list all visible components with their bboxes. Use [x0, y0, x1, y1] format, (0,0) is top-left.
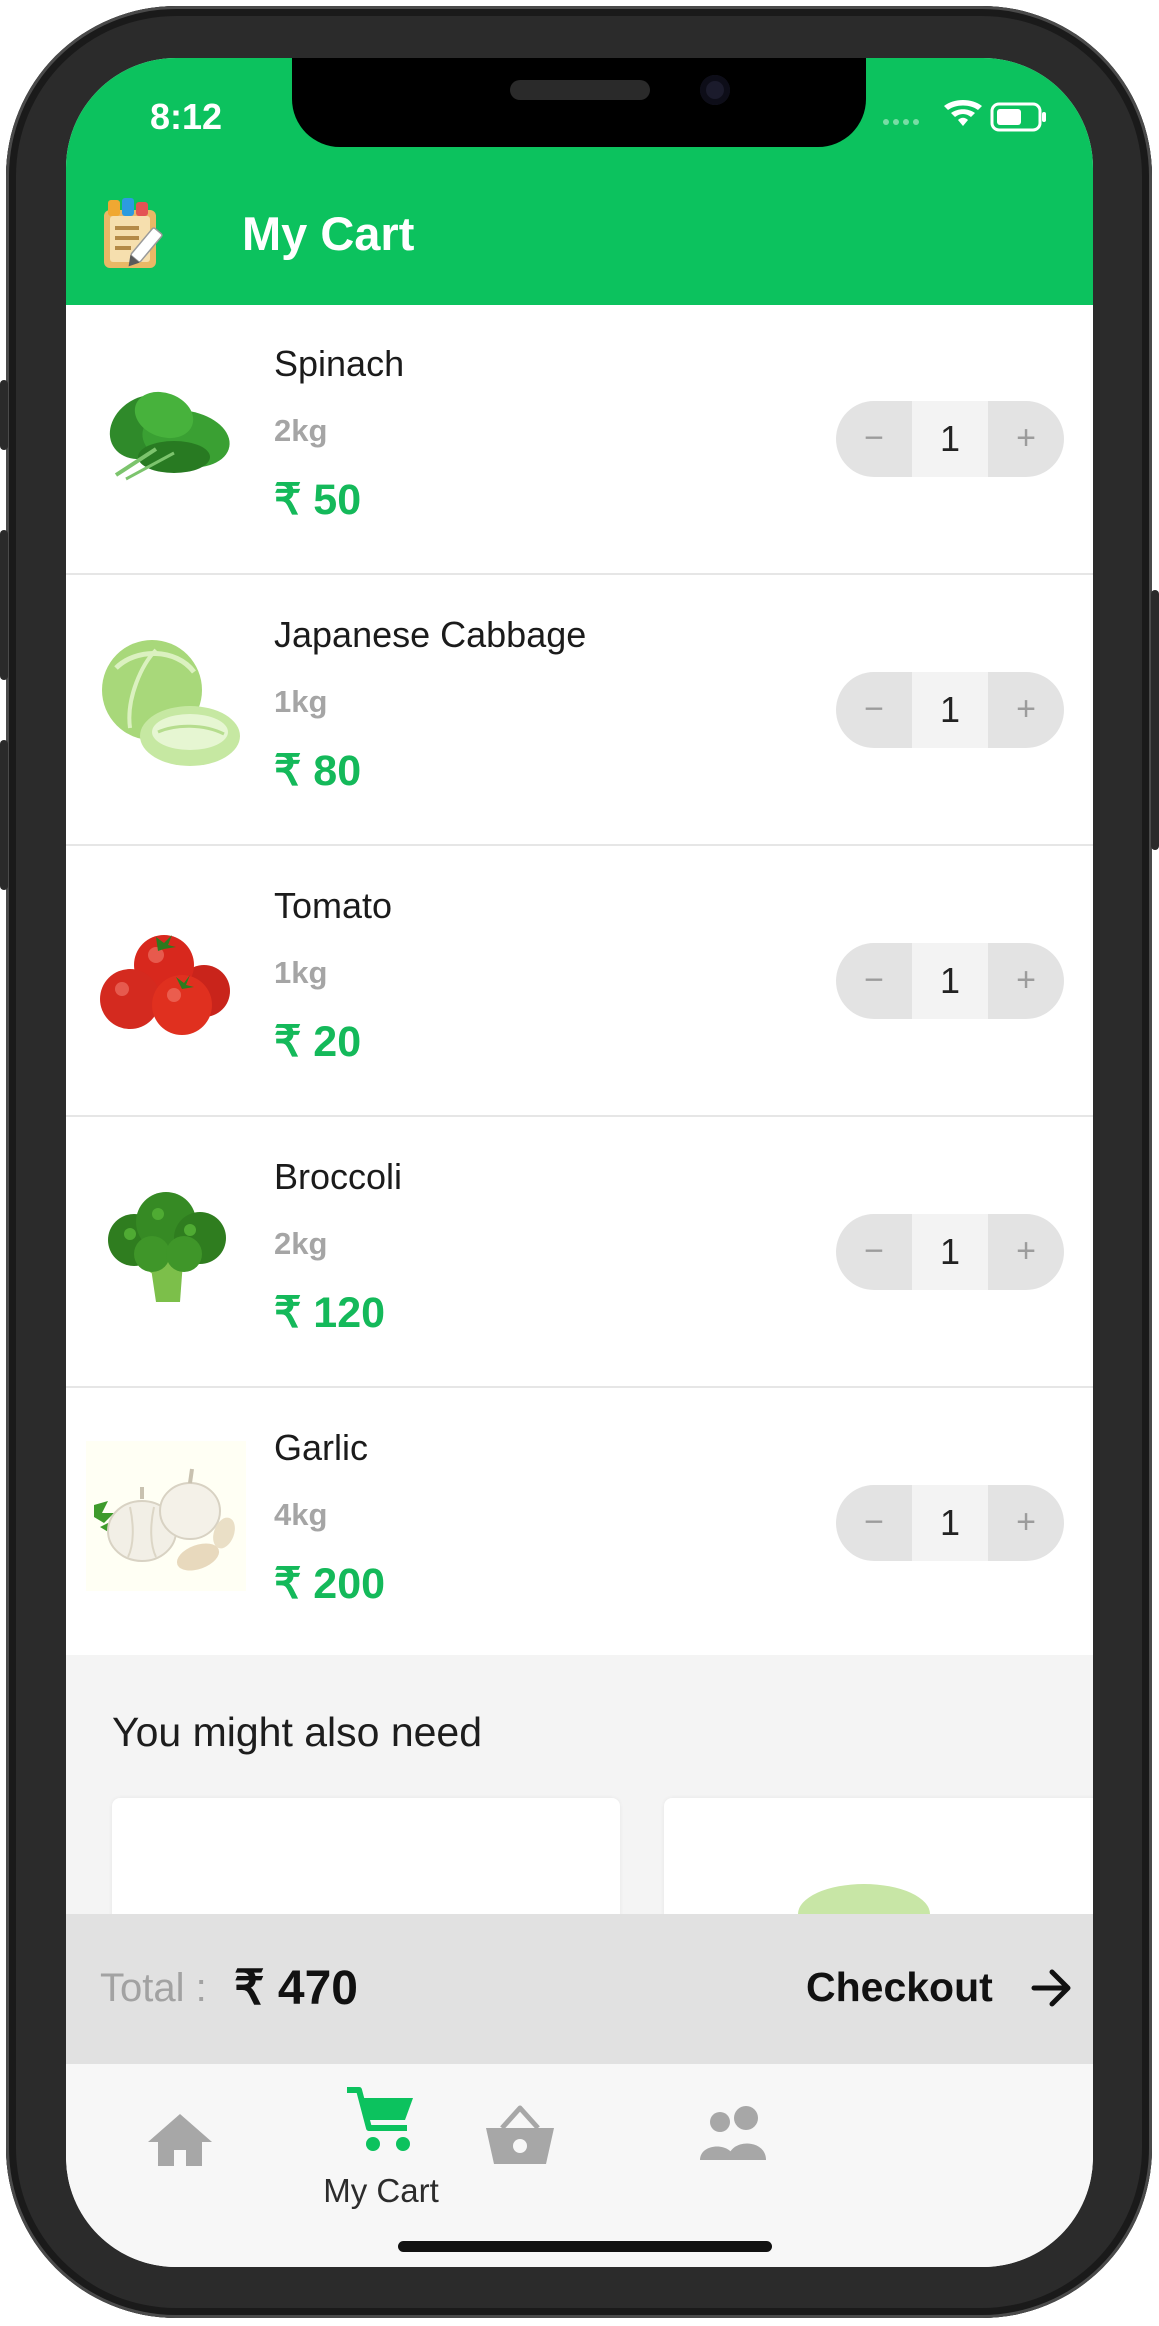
- increase-button[interactable]: +: [988, 1485, 1064, 1561]
- quantity-value: 1: [912, 672, 988, 748]
- item-price: ₹ 80: [274, 747, 362, 795]
- broccoli-image: [108, 1192, 226, 1302]
- decrease-button[interactable]: −: [836, 401, 912, 477]
- total-bar: Total : ₹ 470 Checkout: [66, 1914, 1093, 2064]
- quantity-value: 1: [912, 1214, 988, 1290]
- speaker: [510, 80, 650, 100]
- wifi-icon: [944, 100, 982, 126]
- front-camera: [700, 75, 730, 105]
- item-price: ₹ 200: [274, 1560, 386, 1608]
- tomato-image: [100, 935, 230, 1035]
- status-time: 8:12: [150, 96, 223, 137]
- suggestions-section: You might also need: [66, 1655, 1093, 1915]
- volume-up-button: [0, 530, 8, 680]
- notes-icon[interactable]: [100, 196, 166, 270]
- item-name: Garlic: [274, 1427, 369, 1468]
- cart-item-broccoli[interactable]: Broccoli 2kg ₹ 120 − 1 +: [66, 1118, 1093, 1388]
- quantity-stepper: − 1 +: [836, 401, 1064, 477]
- page-title: My Cart: [242, 207, 415, 260]
- checkout-label: Checkout: [806, 1964, 993, 2010]
- garlic-image: [86, 1441, 246, 1591]
- suggestions-title: You might also need: [112, 1709, 483, 1755]
- suggestion-card[interactable]: [112, 1798, 620, 1915]
- tab-home[interactable]: [84, 2084, 284, 2204]
- home-icon: [148, 2114, 212, 2166]
- cart-item-japanese-cabbage[interactable]: Japanese Cabbage 1kg ₹ 80 − 1 +: [66, 576, 1093, 846]
- tab-profile[interactable]: [628, 2084, 828, 2204]
- item-name: Spinach: [274, 343, 405, 384]
- spinach-image: [109, 391, 230, 481]
- cart-item-spinach[interactable]: Spinach 2kg ₹ 50 − 1 +: [66, 305, 1093, 575]
- quantity-stepper: − 1 +: [836, 1214, 1064, 1290]
- battery-icon: [990, 102, 1046, 132]
- checkout-button[interactable]: Checkout: [806, 1958, 1076, 2020]
- power-button: [1151, 590, 1159, 850]
- signal-icon: [883, 119, 919, 125]
- app-header: 8:12 My Cart: [66, 58, 1093, 305]
- quantity-value: 1: [912, 943, 988, 1019]
- item-price: ₹ 20: [274, 1018, 362, 1066]
- item-name: Broccoli: [274, 1156, 403, 1197]
- cabbage-image: [102, 640, 240, 766]
- status-icons: [883, 100, 1046, 132]
- item-weight: 1kg: [274, 684, 328, 719]
- quantity-stepper: − 1 +: [836, 672, 1064, 748]
- item-weight: 4kg: [274, 1497, 328, 1532]
- item-weight: 1kg: [274, 955, 328, 990]
- volume-down-button: [0, 740, 8, 890]
- item-price: ₹ 50: [274, 476, 362, 524]
- quantity-stepper: − 1 +: [836, 943, 1064, 1019]
- total-label: Total :: [100, 1966, 207, 2010]
- mute-switch: [0, 380, 8, 450]
- phone-screen: 8:12 My Cart Spinach 2kg ₹ 50 − 1 + Japa…: [66, 58, 1093, 2267]
- item-weight: 2kg: [274, 413, 328, 448]
- bottom-tab-bar: My Cart: [66, 2064, 1093, 2267]
- suggestion-image: [798, 1884, 930, 1915]
- tab-basket[interactable]: [444, 2084, 644, 2204]
- decrease-button[interactable]: −: [836, 943, 912, 1019]
- increase-button[interactable]: +: [988, 1214, 1064, 1290]
- decrease-button[interactable]: −: [836, 1485, 912, 1561]
- notch: [292, 58, 866, 147]
- item-weight: 2kg: [274, 1226, 328, 1261]
- users-icon: [700, 2106, 766, 2160]
- cart-item-tomato[interactable]: Tomato 1kg ₹ 20 − 1 +: [66, 847, 1093, 1117]
- quantity-value: 1: [912, 1485, 988, 1561]
- item-name: Japanese Cabbage: [274, 614, 587, 655]
- quantity-value: 1: [912, 401, 988, 477]
- increase-button[interactable]: +: [988, 672, 1064, 748]
- item-price: ₹ 120: [274, 1289, 386, 1337]
- quantity-stepper: − 1 +: [836, 1485, 1064, 1561]
- decrease-button[interactable]: −: [836, 672, 912, 748]
- item-name: Tomato: [274, 885, 393, 926]
- cart-icon: [347, 2087, 413, 2151]
- increase-button[interactable]: +: [988, 943, 1064, 1019]
- cart-item-garlic[interactable]: Garlic 4kg ₹ 200 − 1 +: [66, 1389, 1093, 1659]
- total-value: ₹ 470: [234, 1962, 358, 2015]
- home-indicator: [398, 2241, 772, 2252]
- arrow-right-icon: [1031, 1969, 1071, 2007]
- decrease-button[interactable]: −: [836, 1214, 912, 1290]
- suggestion-card[interactable]: [664, 1798, 1093, 1915]
- basket-icon: [486, 2105, 554, 2164]
- increase-button[interactable]: +: [988, 401, 1064, 477]
